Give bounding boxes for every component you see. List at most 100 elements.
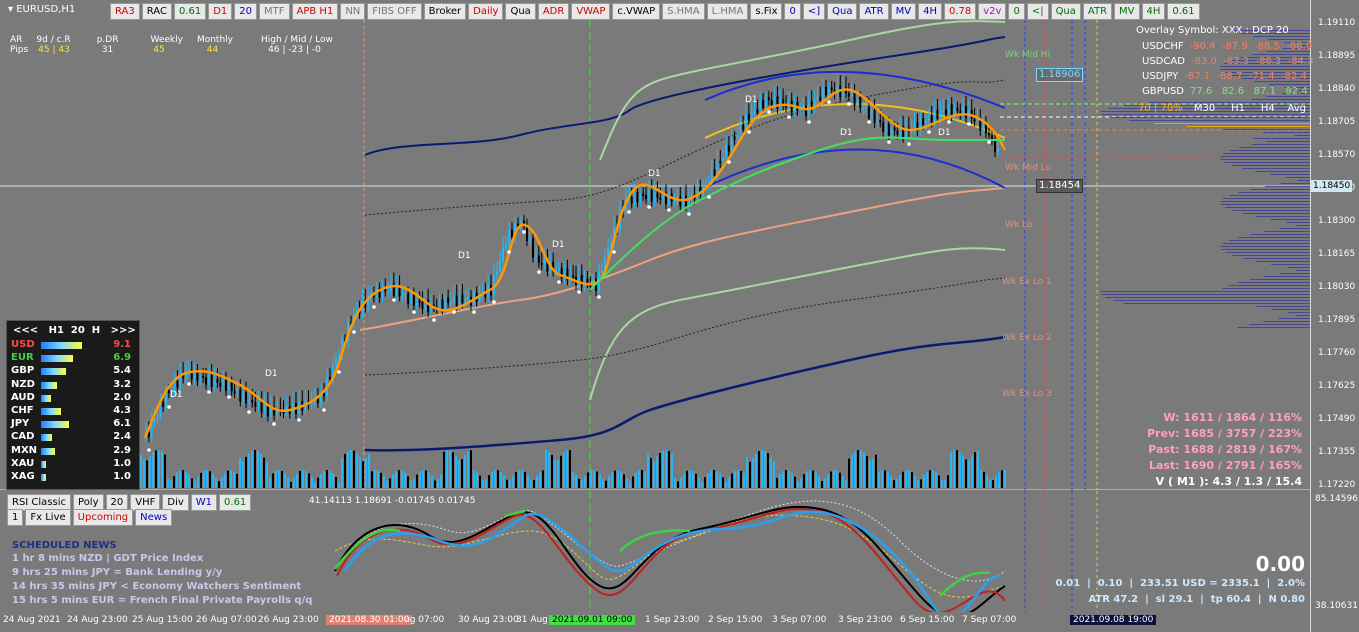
toolbar-button[interactable]: c.VWAP (612, 3, 661, 20)
volume-bar (527, 475, 529, 488)
candle (245, 392, 247, 404)
toolbar-button[interactable]: ATR (1082, 3, 1113, 20)
profile-bar (1251, 99, 1310, 100)
profile-bar (1252, 54, 1310, 55)
volume-bar (665, 450, 667, 488)
candle (765, 97, 767, 109)
toolbar-button[interactable]: L.HMA (706, 3, 749, 20)
toolbar-button[interactable]: APB H1 (291, 3, 339, 20)
candle (770, 100, 773, 106)
toolbar-button[interactable]: D1 (208, 3, 233, 20)
toolbar-button[interactable]: 0.61 (173, 3, 207, 20)
toolbar-button[interactable]: MV (1114, 3, 1140, 20)
volume-bar (866, 456, 868, 488)
toolbar-button[interactable]: Qua (1050, 3, 1081, 20)
oscillator-button[interactable]: 0.61 (219, 494, 252, 511)
toolbar-button[interactable]: s.Fix (750, 3, 783, 20)
candle (827, 87, 830, 96)
volume-bar (836, 470, 838, 488)
toolbar-button[interactable]: S.HMA (662, 3, 705, 20)
volume-bar (191, 478, 193, 488)
toolbar-button[interactable]: ADR (537, 3, 570, 20)
toolbar-button[interactable]: 20 (234, 3, 258, 20)
currency-panel-header[interactable]: <<< H1 20 H >>> (13, 325, 136, 336)
candle (260, 402, 263, 413)
volume-bar (578, 478, 580, 488)
level-label: Wk Mid Lo (1005, 163, 1052, 173)
candle (767, 97, 770, 101)
time-label: 30 Aug 23:00 (458, 615, 519, 625)
volume-bar (947, 475, 949, 488)
news-tab[interactable]: News (135, 509, 173, 526)
toolbar-button[interactable]: VWAP (571, 3, 611, 20)
toolbar-button[interactable]: v2v (978, 3, 1007, 20)
volume-bar (713, 470, 715, 488)
toolbar-button[interactable]: 0.61 (1167, 3, 1200, 20)
toolbar-button[interactable]: RA3 (110, 3, 140, 20)
toolbar-button[interactable]: NN (340, 3, 366, 20)
volume-bar (731, 473, 733, 488)
volume-bar (767, 453, 769, 488)
toolbar-button[interactable]: FIBS OFF (367, 3, 422, 20)
toolbar-button[interactable]: <| (1026, 3, 1049, 20)
profile-bar (1267, 39, 1310, 40)
toolbar-button[interactable]: 0.78 (943, 3, 977, 20)
chart-menu-icon[interactable]: ▾ (8, 4, 16, 15)
toolbar-button[interactable]: 0 (1008, 3, 1025, 20)
sub-axis-bottom: 38.10631 (1315, 601, 1358, 611)
candle (896, 130, 899, 135)
currency-strength-bar (41, 381, 57, 389)
chart-title: ▾ EURUSD,H1 (8, 4, 76, 15)
volume-bar (746, 457, 748, 488)
toolbar-button[interactable]: 4H (1141, 3, 1166, 20)
volume-bar (365, 458, 367, 488)
profile-bar (1239, 147, 1310, 148)
volume-bar (857, 450, 859, 488)
volume-bar (242, 461, 244, 488)
candle (725, 145, 727, 158)
profile-bar (1278, 318, 1310, 319)
trend-dot (507, 250, 511, 254)
trend-dot (167, 405, 171, 409)
toolbar-button[interactable]: MV (890, 3, 917, 20)
volume-bar (293, 477, 295, 488)
profile-bar (1222, 243, 1310, 244)
volume-bar (467, 451, 469, 488)
toolbar-button[interactable]: ATR (859, 3, 889, 20)
candle (633, 191, 636, 204)
sub-axis-top: 85.14596 (1315, 494, 1358, 504)
profile-bar (1253, 36, 1310, 37)
currency-row: USD 9.1 (11, 339, 135, 351)
news-tab[interactable]: Upcoming (72, 509, 134, 526)
news-tab[interactable]: 1 (7, 509, 24, 526)
candle (730, 136, 733, 152)
price-chart[interactable]: D1 D1 D1 D1 D1 D1 D1 D1 Wk Mid Hi Wk Mid… (0, 0, 1310, 490)
volume-bar (761, 450, 763, 488)
volume-bar (572, 471, 574, 488)
volume-bar (452, 452, 454, 488)
candle (847, 93, 850, 97)
volume-bar (581, 480, 583, 488)
toolbar-button[interactable]: Broker (423, 3, 467, 20)
toolbar-button[interactable]: MTF (259, 3, 290, 20)
candle (759, 99, 762, 114)
profile-bar (1285, 177, 1310, 178)
candle (819, 96, 822, 101)
volume-bar (638, 470, 640, 488)
oscillator-button[interactable]: W1 (190, 494, 218, 511)
toolbar-button[interactable]: RAC (141, 3, 172, 20)
time-axis[interactable]: 24 Aug 2021 24 Aug 23:00 25 Aug 15:00 26 Au… (0, 612, 1310, 632)
volume-bar (563, 452, 565, 488)
news-tab[interactable]: Fx Live (25, 509, 71, 526)
volume-bar (347, 451, 349, 488)
currency-strength-panel: <<< H1 20 H >>> USD 9.1 EUR 6.9 GBP 5.4 NZD 3.2… (6, 320, 140, 490)
volume-bar (323, 471, 325, 488)
toolbar-button[interactable]: 4H (918, 3, 942, 20)
profile-bar (1238, 237, 1310, 238)
volume-bar (455, 455, 457, 488)
toolbar-button[interactable]: <] (802, 3, 826, 20)
toolbar-button[interactable]: Daily (468, 3, 504, 20)
toolbar-button[interactable]: Qua (827, 3, 858, 20)
toolbar-button[interactable]: Qua (505, 3, 536, 20)
toolbar-button[interactable]: 0 (784, 3, 801, 20)
